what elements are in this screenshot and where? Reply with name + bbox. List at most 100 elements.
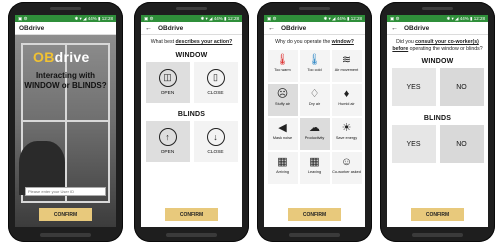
status-left-icons: ▣ ⚙ bbox=[267, 16, 277, 21]
droplet-icon: ♢ bbox=[309, 87, 320, 100]
reason-air-movement[interactable]: ≋ Air movement bbox=[331, 49, 362, 82]
reason-grid: 🌡 Too warm 🌡 Too cold ≋ Air movement ☹ Stuff… bbox=[264, 49, 365, 184]
reason-save-energy[interactable]: ☀ Save energy bbox=[331, 117, 362, 150]
thermometer-hot-icon: 🌡 bbox=[275, 53, 290, 66]
reason-question: Why do you operate the window? bbox=[264, 35, 365, 48]
reason-label: Leaving bbox=[307, 169, 322, 174]
reason-productivity[interactable]: ☁ Productivity bbox=[299, 117, 330, 150]
reason-label: Too warm bbox=[274, 67, 291, 72]
arriving-icon: ▦ bbox=[277, 155, 288, 168]
question-emphasis: window? bbox=[331, 39, 354, 45]
question-emphasis: before bbox=[392, 45, 409, 52]
reason-mask-noise[interactable]: ◀ Mask noise bbox=[267, 117, 298, 150]
user-id-input[interactable] bbox=[25, 187, 106, 196]
window-open-icon: ◫ bbox=[158, 68, 177, 87]
app-bar: ← OBdrive bbox=[264, 22, 365, 35]
option-label: CLOSE bbox=[207, 90, 224, 96]
login-content: OBdrive Interacting with WINDOW or BLIND… bbox=[15, 35, 116, 227]
reason-humid-air[interactable]: ♦ Humid air bbox=[331, 83, 362, 116]
reason-label: Air movement bbox=[334, 67, 359, 72]
status-right-icons: ✱ ▾ ◢ 44% ▮ 12:28 bbox=[74, 16, 114, 21]
consult-content: Did you consult your co-worker(s) before… bbox=[387, 35, 488, 227]
stuffy-face-icon: ☹ bbox=[276, 87, 289, 100]
phone-login: ▣ ⚙ ✱ ▾ ◢ 44% ▮ 12:28 OBdrive OBdrive In… bbox=[8, 2, 123, 242]
status-right-icons: ✱ ▾ ◢ 44% ▮ 12:28 bbox=[323, 16, 363, 21]
reason-coworker-asked[interactable]: ☺ Co-worker asked bbox=[331, 151, 362, 184]
app-bar: ← OBdrive bbox=[141, 22, 242, 35]
status-left-icons: ▣ ⚙ bbox=[18, 16, 28, 21]
option-label: CLOSE bbox=[207, 149, 224, 155]
phone-consult: ▣ ⚙ ✱ ▾ ◢ 44% ▮ 12:28 ← OBdrive Did you … bbox=[380, 2, 495, 242]
home-bar bbox=[412, 233, 463, 237]
window-section-title: WINDOW bbox=[175, 51, 208, 59]
window-yes-no: YES NO bbox=[387, 68, 488, 106]
confirm-button[interactable]: CONFIRM bbox=[39, 208, 92, 221]
home-bar bbox=[289, 233, 340, 237]
reason-label: Stuffy air bbox=[275, 101, 290, 106]
app-title: OBdrive bbox=[158, 24, 184, 32]
lightbulb-icon: ☀ bbox=[341, 121, 352, 134]
option-label: OPEN bbox=[160, 149, 175, 155]
action-content: What best describes your action? WINDOW … bbox=[141, 35, 242, 227]
screen-action: ▣ ⚙ ✱ ▾ ◢ 44% ▮ 12:28 ← OBdrive What bes… bbox=[141, 15, 242, 227]
reason-label: Mask noise bbox=[272, 135, 293, 140]
reason-too-cold[interactable]: 🌡 Too cold bbox=[299, 49, 330, 82]
reason-dry-air[interactable]: ♢ Dry air bbox=[299, 83, 330, 116]
consult-question: Did you consult your co-worker(s) before… bbox=[387, 35, 488, 54]
app-title: OBdrive bbox=[404, 24, 430, 32]
arrow-up-icon: ↑ bbox=[158, 127, 177, 146]
status-right-icons: ✱ ▾ ◢ 44% ▮ 12:28 bbox=[200, 16, 240, 21]
app-title: OBdrive bbox=[19, 24, 45, 32]
blinds-open-option[interactable]: ↑ OPEN bbox=[145, 120, 190, 162]
blinds-yes-option[interactable]: YES bbox=[391, 125, 436, 163]
reason-arriving[interactable]: ▦ Arriving bbox=[267, 151, 298, 184]
status-bar: ▣ ⚙ ✱ ▾ ◢ 44% ▮ 12:28 bbox=[264, 15, 365, 22]
reason-label: Humid air bbox=[338, 101, 355, 106]
status-right-icons: ✱ ▾ ◢ 44% ▮ 12:28 bbox=[446, 16, 486, 21]
wind-icon: ≋ bbox=[341, 53, 352, 66]
app-bar: OBdrive bbox=[15, 22, 116, 35]
status-bar: ▣ ⚙ ✱ ▾ ◢ 44% ▮ 12:28 bbox=[141, 15, 242, 22]
speaker-grill bbox=[299, 7, 330, 10]
confirm-button[interactable]: CONFIRM bbox=[165, 208, 218, 221]
reason-stuffy-air[interactable]: ☹ Stuffy air bbox=[267, 83, 298, 116]
reason-label: Dry air bbox=[308, 101, 321, 106]
home-bar bbox=[40, 233, 91, 237]
reason-label: Save energy bbox=[335, 135, 358, 140]
app-logo: OBdrive bbox=[33, 49, 90, 65]
window-yes-option[interactable]: YES bbox=[391, 68, 436, 106]
reason-content: Why do you operate the window? 🌡 Too warm… bbox=[264, 35, 365, 227]
home-bar bbox=[166, 233, 217, 237]
action-question: What best describes your action? bbox=[141, 35, 242, 48]
blinds-no-option[interactable]: NO bbox=[439, 125, 484, 163]
coworker-icon: ☺ bbox=[340, 155, 353, 168]
question-text: What best bbox=[150, 39, 176, 45]
intro-question: Interacting with WINDOW or BLINDS? bbox=[24, 71, 107, 90]
app-title: OBdrive bbox=[281, 24, 307, 32]
speaker-grill bbox=[422, 7, 453, 10]
confirm-button[interactable]: CONFIRM bbox=[411, 208, 464, 221]
window-open-option[interactable]: ◫ OPEN bbox=[145, 61, 190, 103]
phone-reason: ▣ ⚙ ✱ ▾ ◢ 44% ▮ 12:28 ← OBdrive Why do y… bbox=[257, 2, 372, 242]
back-arrow-icon[interactable]: ← bbox=[391, 25, 398, 32]
reason-leaving[interactable]: ▦ Leaving bbox=[299, 151, 330, 184]
back-arrow-icon[interactable]: ← bbox=[145, 25, 152, 32]
confirm-button[interactable]: CONFIRM bbox=[288, 208, 341, 221]
speaker-icon: ◀ bbox=[278, 121, 287, 134]
phone-action: ▣ ⚙ ✱ ▾ ◢ 44% ▮ 12:28 ← OBdrive What bes… bbox=[134, 2, 249, 242]
reason-label: Arriving bbox=[276, 169, 289, 174]
screen-reason: ▣ ⚙ ✱ ▾ ◢ 44% ▮ 12:28 ← OBdrive Why do y… bbox=[264, 15, 365, 227]
status-bar: ▣ ⚙ ✱ ▾ ◢ 44% ▮ 12:28 bbox=[387, 15, 488, 22]
status-bar: ▣ ⚙ ✱ ▾ ◢ 44% ▮ 12:28 bbox=[15, 15, 116, 22]
logo-suffix: drive bbox=[54, 49, 90, 65]
back-arrow-icon[interactable]: ← bbox=[268, 25, 275, 32]
window-no-option[interactable]: NO bbox=[439, 68, 484, 106]
reason-too-warm[interactable]: 🌡 Too warm bbox=[267, 49, 298, 82]
window-close-icon: ▯ bbox=[206, 68, 225, 87]
window-close-option[interactable]: ▯ CLOSE bbox=[193, 61, 238, 103]
blinds-close-option[interactable]: ↓ CLOSE bbox=[193, 120, 238, 162]
droplet-humid-icon: ♦ bbox=[343, 87, 350, 100]
speaker-grill bbox=[176, 7, 207, 10]
reason-label: Too cold bbox=[307, 67, 322, 72]
arrow-down-icon: ↓ bbox=[206, 127, 225, 146]
